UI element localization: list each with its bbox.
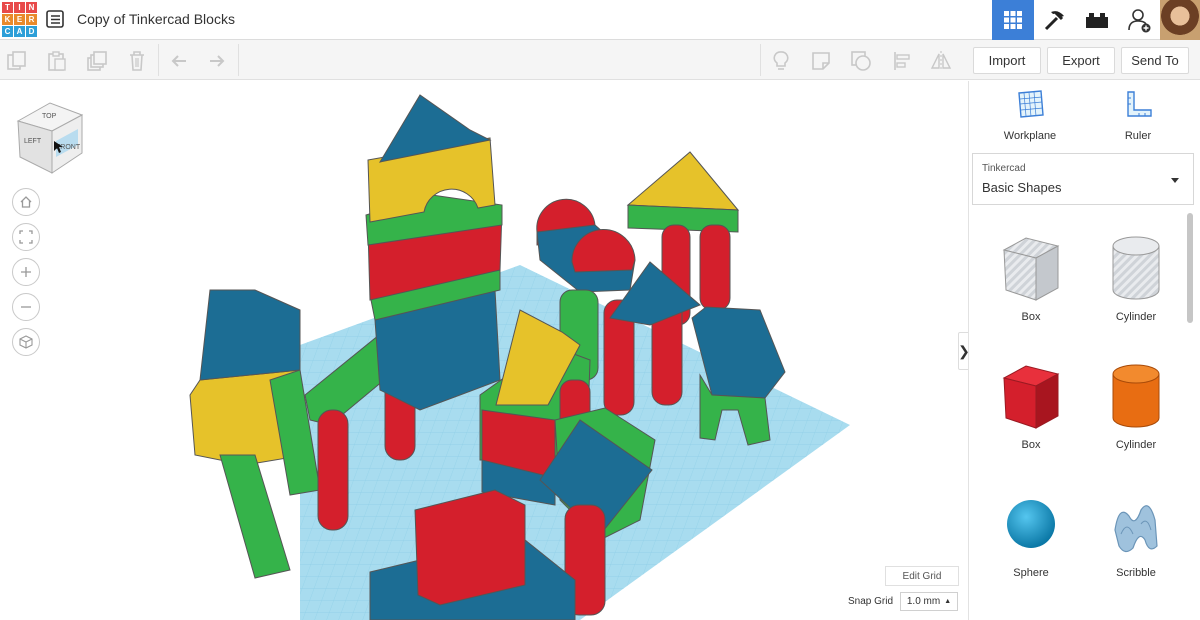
logo-letter: I [14,2,25,13]
zoom-in-button[interactable] [12,258,40,286]
header-actions [992,0,1200,40]
tinkercad-logo[interactable]: TIN KER CAD [2,2,37,38]
add-user-icon[interactable] [1118,0,1160,40]
block-blue-ramp[interactable] [199,289,301,381]
shape-sphere[interactable]: Sphere [981,490,1081,579]
cylinder-solid-icon [1112,364,1160,428]
sidebar-scrollbar[interactable] [1187,213,1193,323]
workplane-label: Workplane [1003,130,1057,142]
view-cube-top-label: TOP [42,113,57,120]
home-view-button[interactable] [12,188,40,216]
zoom-out-icon [21,306,31,308]
redo-icon[interactable] [206,50,228,72]
paste-icon[interactable] [46,50,68,72]
lightbulb-icon[interactable] [770,50,792,72]
block-red-cylinder[interactable] [317,409,349,531]
toolbar-divider [158,44,159,76]
fit-view-icon [19,230,33,244]
bricks-icon[interactable] [1076,0,1118,40]
block-red-cylinder[interactable] [699,224,731,311]
3d-viewport[interactable]: TOP LEFT FRONT [0,81,968,620]
caret-up-icon: ▲ [944,598,952,605]
ruler-label: Ruler [1124,130,1152,142]
edit-toolbar: Import Export Send To [0,40,1200,80]
toolbar-divider [760,44,761,76]
workplane-icon [1018,90,1044,118]
shape-cylinder-hole[interactable]: Cylinder [1086,230,1186,323]
sphere-icon [1007,500,1055,548]
zoom-out-button[interactable] [12,293,40,321]
snap-grid-value: 1.0 mm [906,596,941,607]
logo-letter: E [14,14,25,25]
shape-category-select[interactable]: Tinkercad Basic Shapes [972,153,1194,205]
block-yellow-roof[interactable] [626,151,740,211]
export-button[interactable]: Export [1047,47,1115,74]
group-shape-icon[interactable] [850,50,872,72]
perspective-icon [19,335,33,349]
undo-icon[interactable] [168,50,190,72]
ruler-icon [1127,91,1152,117]
snap-grid-select[interactable]: 1.0 mm ▲ [900,592,958,611]
category-value: Basic Shapes [982,180,1062,195]
fit-view-button[interactable] [12,223,40,251]
box-solid-icon [1002,365,1060,429]
shape-label: Box [1021,311,1041,323]
duplicate-icon[interactable] [86,50,108,72]
send-to-button[interactable]: Send To [1121,47,1189,74]
logo-letter: R [26,14,37,25]
edit-grid-button[interactable]: Edit Grid [885,566,959,586]
snap-grid-label: Snap Grid [848,596,894,607]
import-button[interactable]: Import [973,47,1041,74]
view-cube-left-label: LEFT [24,138,42,145]
logo-letter: C [2,26,13,37]
logo-letter: N [26,2,37,13]
top-bar: TIN KER CAD Copy of Tinkercad Blocks [0,0,1200,40]
ruler-tool[interactable]: Ruler [1093,89,1183,142]
shape-label: Sphere [1013,567,1049,579]
grid-view-icon[interactable] [992,0,1034,40]
delete-icon[interactable] [126,50,148,72]
block-red-box[interactable] [414,489,526,606]
zoom-in-icon [21,267,31,277]
scribble-icon [1114,505,1158,553]
mirror-icon[interactable] [930,50,952,72]
shape-box-hole[interactable]: Box [981,230,1081,323]
user-avatar[interactable] [1160,0,1200,40]
shape-label: Scribble [1116,567,1156,579]
note-icon[interactable] [810,50,832,72]
copy-icon[interactable] [6,50,28,72]
shape-label: Cylinder [1115,311,1157,323]
workplane-tool[interactable]: Workplane [985,89,1075,142]
logo-letter: A [14,26,25,37]
logo-letter: D [26,26,37,37]
box-hole-icon [1002,237,1060,301]
shape-box[interactable]: Box [981,358,1081,451]
toolbar-divider [238,44,239,76]
shape-label: Cylinder [1115,439,1157,451]
category-source-label: Tinkercad [982,163,1026,174]
cylinder-hole-icon [1112,236,1160,300]
block-green-pillar[interactable] [219,454,291,579]
shape-scribble[interactable]: Scribble [1086,490,1186,579]
shape-label: Box [1021,439,1041,451]
shape-cylinder[interactable]: Cylinder [1086,358,1186,451]
pickaxe-icon[interactable] [1034,0,1076,40]
view-cube[interactable]: TOP LEFT FRONT [12,99,88,177]
home-icon [20,196,32,208]
design-list-icon[interactable] [46,10,64,28]
document-title[interactable]: Copy of Tinkercad Blocks [77,11,235,27]
align-icon[interactable] [892,50,914,72]
logo-letter: T [2,2,13,13]
chevron-down-icon [1171,178,1179,183]
perspective-button[interactable] [12,328,40,356]
logo-letter: K [2,14,13,25]
scene-canvas[interactable] [0,81,968,620]
